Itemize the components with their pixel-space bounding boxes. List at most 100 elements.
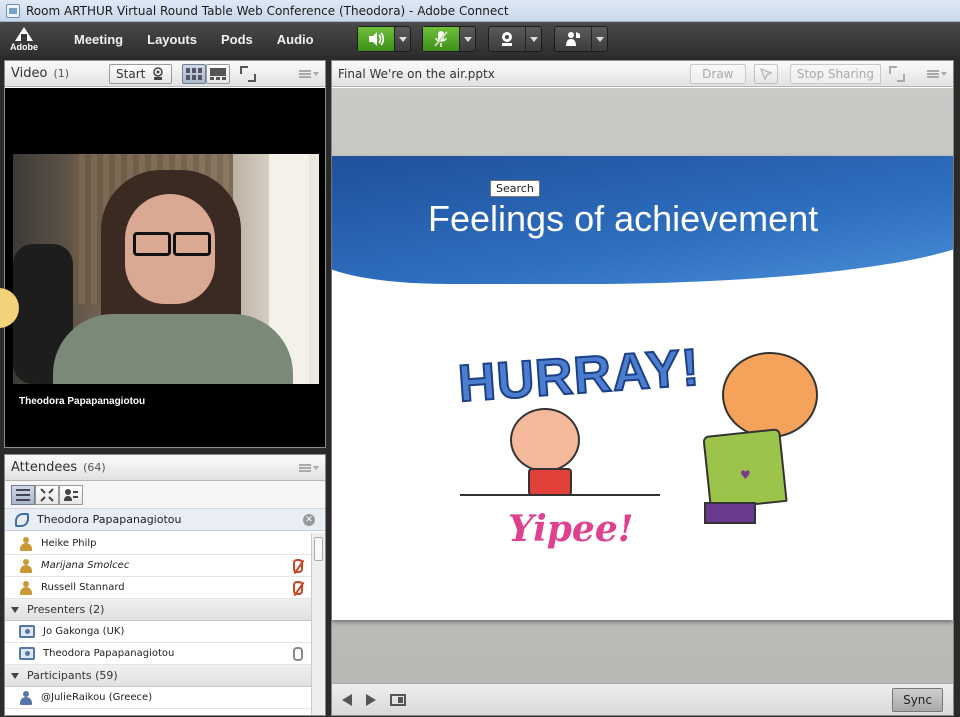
person-body [53,314,293,384]
status-control [554,26,608,52]
cartoon-girl-shorts [704,502,756,524]
video-participant-name: Theodora Papapanagiotou [19,396,146,407]
window-title: Room ARTHUR Virtual Round Table Web Conf… [26,3,509,18]
attendee-row[interactable]: Marijana Smolcec [5,555,311,577]
presenter-view-button[interactable] [206,63,231,84]
menu-bar: Adobe Meeting Layouts Pods Audio [0,22,960,56]
chevron-down-icon [313,465,319,470]
menu-pods[interactable]: Pods [209,32,265,47]
menu-icon [299,69,311,78]
adobe-logo: Adobe [0,22,48,56]
fullscreen-icon[interactable] [240,65,257,82]
video-pod-header: Video (1) Start [5,61,325,87]
chevron-down-icon [941,71,947,76]
attendees-pod: Attendees (64) Theodora Papapanagiotou ✕… [4,454,326,716]
microphone-icon [293,646,303,661]
share-pod: Final We're on the air.pptx Draw Stop Sh… [331,60,954,716]
speaker-toggle-button[interactable] [358,27,394,51]
presenter-view-icon [210,67,227,80]
video-pod-menu-button[interactable] [299,69,319,78]
breakout-view-button[interactable] [35,485,59,505]
pointer-button[interactable] [753,63,778,84]
start-webcam-label: Start [116,66,146,81]
webcam-dropdown-button[interactable] [525,27,541,51]
share-toolbar: Draw Stop Sharing [689,63,947,84]
sync-button[interactable]: Sync [892,687,943,712]
share-pod-header: Final We're on the air.pptx Draw Stop Sh… [332,61,953,87]
share-pod-footer: Sync [332,683,953,715]
video-pod: Video (1) Start Theodora Papapanagiotou [0,60,326,448]
presenters-group-label: Presenters (2) [27,603,105,616]
host-name: Theodora Papapanagiotou [37,513,182,526]
grid-view-icon [186,67,203,80]
cartoon-kid-head [510,408,580,472]
speaker-dropdown-button[interactable] [394,27,410,51]
attendees-pod-menu-button[interactable] [299,463,319,472]
microphone-toggle-button[interactable] [423,27,459,51]
attendee-name: @JulieRaikou (Greece) [41,692,153,703]
side-panel-icon[interactable] [390,693,406,706]
attendee-row[interactable]: @JulieRaikou (Greece) [5,687,311,709]
speaker-icon [369,32,385,46]
scrollbar-thumb[interactable] [314,537,323,561]
attendee-row[interactable]: Heike Philp [5,533,311,555]
attendee-row[interactable]: Theodora Papapanagiotou [5,643,311,665]
fullscreen-icon[interactable] [889,65,905,82]
menu-meeting[interactable]: Meeting [48,32,135,47]
mic-muted-icon [293,580,303,595]
menu-audio[interactable]: Audio [265,32,326,47]
adobe-logo-text: Adobe [10,41,38,52]
person-glasses [133,232,211,256]
cartoon-ground-line [460,494,660,496]
next-slide-icon[interactable] [366,693,376,706]
status-dropdown-button[interactable] [591,27,607,51]
draw-button[interactable]: Draw [689,63,746,84]
raise-hand-button[interactable] [555,27,591,51]
pointer-icon [759,67,773,81]
attendee-row[interactable]: Jo Gakonga (UK) [5,621,311,643]
app-window-icon [6,3,20,18]
microphone-dropdown-button[interactable] [459,27,475,51]
host-row[interactable]: Theodora Papapanagiotou ✕ [5,509,325,531]
close-icon[interactable]: ✕ [303,513,315,526]
menu-layouts[interactable]: Layouts [135,32,209,47]
heart-icon: ♥ [740,468,751,482]
collapse-triangle-icon [11,606,19,613]
user-list-icon [64,489,78,501]
cartoon-kid-body [528,468,572,496]
raise-hand-icon [566,32,580,46]
cartoon-girl-head [722,352,818,438]
microphone-muted-icon [434,31,448,47]
slide-title: Feelings of achievement [428,198,819,239]
attendee-row[interactable]: Russell Stannard [5,577,311,599]
presenters-group-header[interactable]: Presenters (2) [5,599,311,621]
host-user-icon [19,558,33,573]
attendees-pod-count: (64) [83,461,106,474]
speaker-control [357,26,411,52]
stop-sharing-button[interactable]: Stop Sharing [789,63,881,84]
attendee-list-scrollbar[interactable] [311,533,325,715]
window-title-bar: Room ARTHUR Virtual Round Table Web Conf… [0,0,960,22]
start-webcam-button[interactable]: Start [109,63,173,84]
previous-slide-icon[interactable] [342,693,352,706]
search-tooltip: Search [490,180,540,197]
attendee-list: Heike Philp Marijana Smolcec Russell Sta… [5,533,311,715]
presentation-slide[interactable]: Feelings of achievement Search HURRAY! Y… [332,156,953,620]
share-pod-menu-button[interactable] [927,69,947,78]
status-view-button[interactable] [59,485,83,505]
video-stream-area: Theodora Papapanagiotou [0,88,325,447]
mic-muted-icon [293,558,303,573]
filmstrip-view-button[interactable] [182,63,207,84]
attendees-pod-title: Attendees [11,460,78,475]
breakout-icon [40,488,54,502]
list-view-button[interactable] [11,485,35,505]
webcam-icon [502,32,512,46]
attendee-view-toggles [5,481,325,509]
microphone-control [422,26,476,52]
participants-group-header[interactable]: Participants (59) [5,665,311,687]
webcam-video-feed[interactable] [13,154,319,384]
presenter-icon [19,647,35,660]
attendee-name: Russell Stannard [41,582,125,593]
share-stage: Feelings of achievement Search HURRAY! Y… [332,88,953,684]
webcam-toggle-button[interactable] [489,27,525,51]
